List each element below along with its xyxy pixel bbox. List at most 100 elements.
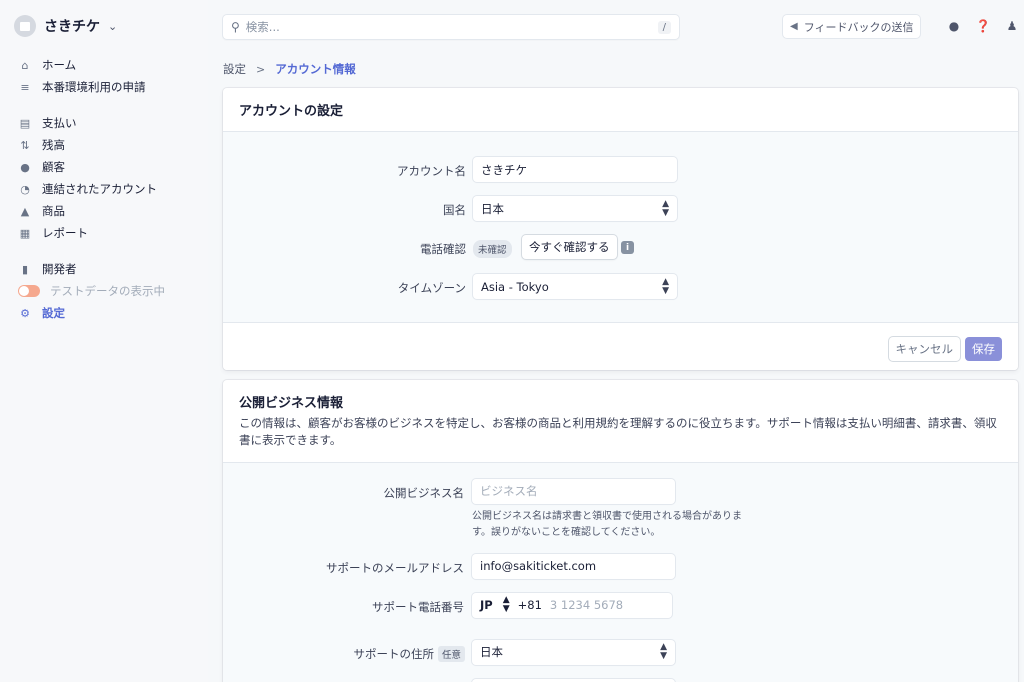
report-icon: ▦ [19,226,31,240]
search-icon: ⚲ [231,20,240,34]
support-address-line-input[interactable] [472,678,675,682]
account-name-field[interactable]: さきチケ [473,157,677,182]
sidebar-item-activation[interactable]: ≡ 本番環境利用の申請 [18,76,208,98]
test-data-toggle[interactable]: テストデータの表示中 [18,280,208,302]
account-settings-card: アカウントの設定 アカウント名 さきチケ 国名 日本 ▲ ▼ 電話確認 未確認 今… [223,88,1018,370]
card-title: 公開ビジネス情報 [239,396,344,411]
sidebar-item-label: 設定 [42,306,65,320]
business-name-input[interactable]: ビジネス名 [472,478,675,504]
support-email-label: サポートのメールアドレス [326,560,464,575]
phone-verify-label: 電話確認 [420,242,466,256]
phone-country-select[interactable]: JP [480,598,493,612]
sidebar-item-label: 本番環境利用の申請 [42,80,146,94]
card-body: 公開ビジネス名 ビジネス名 公開ビジネス名は請求書と領収書で使用される場合があり… [223,462,1018,682]
select-arrows-icon: ▲ ▼ [662,198,669,218]
card-header: 公開ビジネス情報 この情報は、顧客がお客様のビジネスを特定し、お客様の商品と利用… [223,380,1018,463]
public-business-info-card: 公開ビジネス情報 この情報は、顧客がお客様のビジネスを特定し、お客様の商品と利用… [223,380,1018,682]
balance-icon: ⇅ [20,138,30,152]
phone-placeholder: 3 1234 5678 [549,598,624,612]
support-address-label: サポートの住所 [353,646,435,661]
sidebar-item-label: 開発者 [42,262,77,276]
account-switcher[interactable]: さきチケ ⌄ [14,15,117,37]
search-shortcut: / [657,20,671,34]
store-icon [14,15,36,37]
timezone-select[interactable]: Asia - Tokyo ▲ ▼ [473,274,677,299]
feedback-label: フィードバックの送信 [803,20,914,34]
card-footer: キャンセル 保存 [223,322,1018,370]
support-address-country-select[interactable]: 日本 ▲ ▼ [472,639,675,665]
search-placeholder: 検索... [245,20,280,34]
country-value: 日本 [481,201,504,216]
timezone-label: タイムゾーン [397,281,466,295]
country-label: 国名 [443,203,466,217]
sidebar-item-developers[interactable]: ▮ 開発者 [18,258,208,280]
sidebar-item-label: 支払い [42,116,77,130]
save-button[interactable]: 保存 [965,337,1002,361]
toggle-icon[interactable] [18,285,40,297]
bell-icon[interactable]: ● [946,18,962,34]
feedback-button[interactable]: ◀ フィードバックの送信 [783,15,921,38]
sidebar-item-label: レポート [42,226,88,240]
user-icon[interactable]: ♟ [1004,18,1020,34]
select-arrows-icon: ▲ ▼ [502,595,510,614]
home-icon: ⌂ [21,58,29,72]
sidebar-item-products[interactable]: ▲ 商品 [18,200,208,222]
breadcrumb: 設定 > アカウント情報 [223,61,356,77]
card-body: アカウント名 さきチケ 国名 日本 ▲ ▼ 電話確認 未確認 今すぐ確認する i … [223,132,1018,362]
breadcrumb-separator: > [256,62,266,76]
breadcrumb-settings[interactable]: 設定 [223,61,246,77]
support-email-value: info@sakiticket.com [480,559,597,573]
connect-icon: ◔ [20,182,30,196]
info-icon[interactable]: i [621,241,634,254]
account-name-value: さきチケ [481,162,527,177]
support-phone-label: サポート電話番号 [372,599,464,614]
sidebar-item-label: 顧客 [42,160,65,174]
sidebar-nav: ⌂ ホーム ≡ 本番環境利用の申請 ▤ 支払い ⇅ 残高 ● 顧客 ◔ 連結され… [18,54,208,324]
sidebar: さきチケ ⌄ ⌂ ホーム ≡ 本番環境利用の申請 ▤ 支払い ⇅ 残高 ● 顧客… [0,0,208,682]
sidebar-item-label: ホーム [42,58,77,72]
sidebar-item-label: 商品 [42,204,65,218]
verify-now-button[interactable]: 今すぐ確認する [522,235,617,259]
timezone-value: Asia - Tokyo [481,279,549,294]
megaphone-icon: ◀ [790,21,798,32]
sidebar-item-payments[interactable]: ▤ 支払い [18,112,208,134]
card-description: この情報は、顧客がお客様のビジネスを特定し、お客様の商品と利用規約を理解するのに… [239,416,997,448]
sidebar-item-reports[interactable]: ▦ レポート [18,222,208,244]
product-icon: ▲ [20,204,30,218]
sidebar-item-home[interactable]: ⌂ ホーム [18,54,208,76]
select-arrows-icon: ▲ ▼ [660,642,667,661]
sidebar-item-label: 残高 [42,138,65,152]
cancel-button[interactable]: キャンセル [888,337,960,361]
customer-icon: ● [20,160,30,174]
gear-icon: ⚙ [20,306,30,320]
business-name-label: 公開ビジネス名 [383,485,465,500]
phone-country-code: +81 [517,598,542,612]
sidebar-item-balance[interactable]: ⇅ 残高 [18,134,208,156]
country-select[interactable]: 日本 ▲ ▼ [473,196,677,221]
card-title: アカウントの設定 [239,104,344,119]
search-input[interactable]: ⚲ 検索... / [223,15,679,39]
sidebar-item-customers[interactable]: ● 顧客 [18,156,208,178]
sidebar-item-label: 連結されたアカウント [42,182,157,196]
checklist-icon: ≡ [20,80,30,94]
support-address-country-value: 日本 [480,645,503,659]
payments-icon: ▤ [19,116,31,130]
optional-badge: 任意 [438,645,466,662]
sidebar-item-connected-accounts[interactable]: ◔ 連結されたアカウント [18,178,208,200]
select-arrows-icon: ▲ ▼ [662,276,669,296]
account-name-label: アカウント名 [397,164,466,178]
support-email-input[interactable]: info@sakiticket.com [472,553,675,579]
sidebar-item-label: テストデータの表示中 [50,284,165,298]
unverified-badge: 未確認 [473,240,512,258]
card-header: アカウントの設定 [223,88,1018,132]
terminal-icon: ▮ [21,262,29,276]
chevron-down-icon: ⌄ [108,19,118,33]
sidebar-item-settings[interactable]: ⚙ 設定 [18,302,208,324]
top-icons: ● ❓ ♟ [946,18,1020,34]
business-name-placeholder: ビジネス名 [480,484,538,498]
account-name: さきチケ [44,19,100,35]
business-name-help: 公開ビジネス名は請求書と領収書で使用される場合があります。誤りがないことを確認し… [472,510,742,538]
breadcrumb-current: アカウント情報 [275,62,356,76]
support-phone-input[interactable]: JP ▲ ▼ +81 3 1234 5678 [472,592,672,618]
help-icon[interactable]: ❓ [975,18,991,34]
